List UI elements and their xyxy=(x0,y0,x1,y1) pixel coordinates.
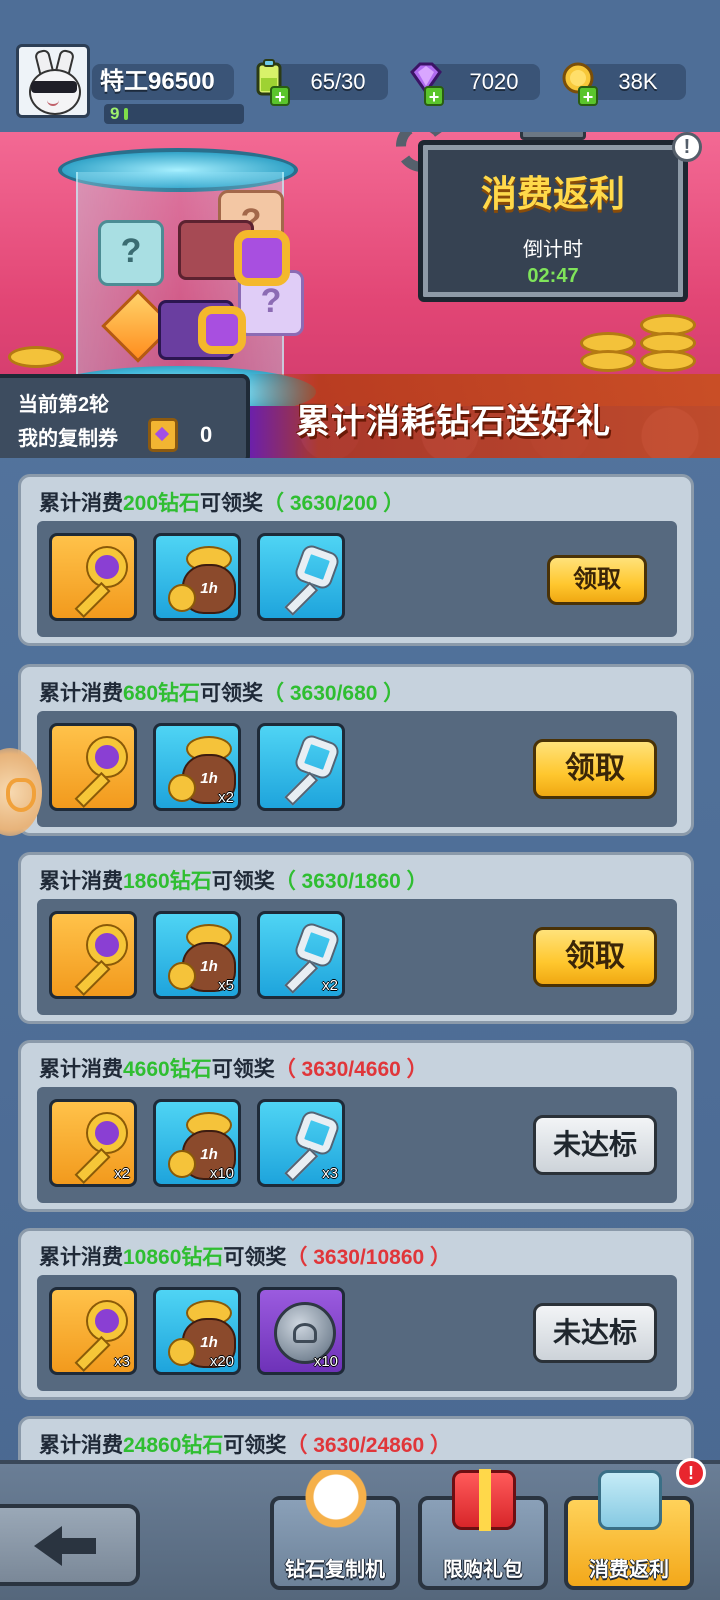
claim-button[interactable]: 领取 xyxy=(533,739,657,799)
player-avatar[interactable] xyxy=(16,44,90,118)
tier-title: 累计消费200钻石可领奖（ 3630/200 ） xyxy=(39,492,405,515)
countdown-timer: 02:47 xyxy=(527,265,579,287)
round-info-panel: 当前第2轮 我的复制券 0 xyxy=(0,374,250,458)
nav-label: 钻石复制机 xyxy=(285,1559,385,1581)
reward-tier: 累计消费200钻石可领奖（ 3630/200 ） 1h 领取 xyxy=(18,474,694,646)
reward-gold-key[interactable] xyxy=(49,723,137,811)
reward-tier: 累计消费10860钻石可领奖（ 3630/10860 ） x3 1h x20 x… xyxy=(18,1228,694,1400)
player-name: 特工96500 xyxy=(100,68,215,95)
reward-gold-key[interactable] xyxy=(49,533,137,621)
tier-title: 累计消费24860钻石可领奖（ 3630/24860 ） xyxy=(39,1434,452,1457)
gold-key-icon xyxy=(88,1114,126,1152)
tier-title: 累计消费4660钻石可领奖（ 3630/4660 ） xyxy=(39,1058,428,1081)
reward-silver-medal[interactable]: x10 xyxy=(257,1287,345,1375)
reward-tier: 累计消费1860钻石可领奖（ 3630/1860 ） 1h x5 x2 领取 xyxy=(18,852,694,1024)
copy-coupon-icon xyxy=(148,418,178,452)
reward-tier: 累计消费4660钻石可领奖（ 3630/4660 ） x2 1h x10 x3 … xyxy=(18,1040,694,1212)
reward-silver-key[interactable] xyxy=(257,533,345,621)
nav-limited-pack[interactable]: 限购礼包 xyxy=(418,1469,548,1590)
tier-title: 累计消费1860钻石可领奖（ 3630/1860 ） xyxy=(39,870,428,893)
add-gold-icon[interactable]: + xyxy=(578,86,598,106)
claim-button[interactable]: 领取 xyxy=(547,555,647,605)
gold-key-icon xyxy=(88,738,126,776)
event-banner: ? ? ? 消费返利 倒计时 02:47 ! 累计消耗钻石送好礼 当前第2轮 我… xyxy=(0,110,720,458)
player-level: 9 xyxy=(110,104,120,123)
gold-value: 38K xyxy=(618,69,658,94)
silver-key-icon xyxy=(295,923,339,967)
back-button[interactable] xyxy=(0,1504,140,1586)
reward-coin-bag[interactable]: 1h x5 xyxy=(153,911,241,999)
nav-diamond-copier[interactable]: 钻石复制机 xyxy=(270,1470,400,1590)
add-gems-icon[interactable]: + xyxy=(424,86,444,106)
gold-key-icon xyxy=(88,548,126,586)
not-reached-button[interactable]: 未达标 xyxy=(533,1115,657,1175)
countdown-label: 倒计时 xyxy=(523,239,583,261)
reward-tier: 累计消费680钻石可领奖（ 3630/680 ） 1h x2 领取 xyxy=(18,664,694,836)
tier-rewards-panel: x3 1h x20 x10 未达标 xyxy=(37,1275,677,1391)
level-progress-fill xyxy=(124,108,128,120)
silver-key-icon xyxy=(295,545,339,589)
event-info-panel: 消费返利 倒计时 02:47 xyxy=(418,140,688,302)
nav-label: 消费返利 xyxy=(589,1559,669,1581)
reward-silver-key[interactable] xyxy=(257,723,345,811)
info-icon[interactable]: ! xyxy=(672,132,702,162)
reward-silver-key[interactable]: x2 xyxy=(257,911,345,999)
gold-key-icon xyxy=(88,1302,126,1340)
silver-key-icon xyxy=(295,735,339,779)
tier-rewards-panel: 1h x2 领取 xyxy=(37,711,677,827)
reward-coin-bag[interactable]: 1h x20 xyxy=(153,1287,241,1375)
add-energy-icon[interactable]: + xyxy=(270,86,290,106)
reward-gold-key[interactable] xyxy=(49,911,137,999)
tier-title: 累计消费680钻石可领奖（ 3630/680 ） xyxy=(39,682,405,705)
current-round: 当前第2轮 xyxy=(18,394,110,416)
reward-coin-bag[interactable]: 1h x10 xyxy=(153,1099,241,1187)
event-slogan: 累计消耗钻石送好礼 xyxy=(296,403,611,441)
reward-gold-key[interactable]: x3 xyxy=(49,1287,137,1375)
gold-key-icon xyxy=(88,926,126,964)
reward-silver-key[interactable]: x3 xyxy=(257,1099,345,1187)
tier-rewards-panel: 1h x5 x2 领取 xyxy=(37,899,677,1015)
reward-coin-bag[interactable]: 1h xyxy=(153,533,241,621)
nav-label: 限购礼包 xyxy=(443,1559,523,1581)
lucky-cat-icon xyxy=(304,1470,368,1530)
tier-title: 累计消费10860钻石可领奖（ 3630/10860 ） xyxy=(39,1246,452,1269)
treasure-chest-icon xyxy=(598,1470,662,1530)
reward-coin-bag[interactable]: 1h x2 xyxy=(153,723,241,811)
reward-gold-key[interactable]: x2 xyxy=(49,1099,137,1187)
coupon-label: 我的复制券 xyxy=(18,428,118,450)
gem-value: 7020 xyxy=(469,69,519,94)
event-title: 消费返利 xyxy=(480,173,625,214)
coupon-count: 0 xyxy=(200,422,213,447)
silver-key-icon xyxy=(295,1111,339,1155)
not-reached-button[interactable]: 未达标 xyxy=(533,1303,657,1363)
gift-box-icon xyxy=(452,1469,516,1531)
alert-badge: ! xyxy=(676,1458,706,1488)
tier-rewards-panel: 1h 领取 xyxy=(37,521,677,637)
energy-value: 65/30 xyxy=(310,69,366,94)
claim-button[interactable]: 领取 xyxy=(533,927,657,987)
tier-rewards-panel: x2 1h x10 x3 未达标 xyxy=(37,1087,677,1203)
nav-spend-rebate[interactable]: 消费返利 xyxy=(564,1470,694,1590)
